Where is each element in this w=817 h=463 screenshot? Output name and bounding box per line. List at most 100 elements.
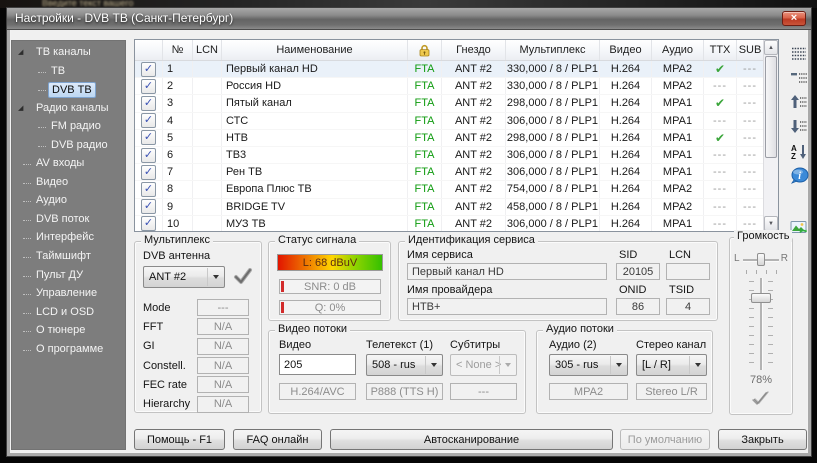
channel-checkbox[interactable]: ✓: [141, 216, 156, 231]
sidebar-item-control[interactable]: ◢ Управление: [11, 285, 126, 304]
faq-button[interactable]: FAQ онлайн: [233, 429, 322, 450]
cell-num: 5: [163, 130, 193, 146]
audio-value: 305 - rus: [555, 359, 598, 371]
sidebar-item-tv-channels[interactable]: ◢ ТВ каналы: [11, 44, 126, 63]
volume-slider-thumb[interactable]: [751, 293, 771, 303]
sort-channels-button[interactable]: A Z: [788, 140, 810, 162]
table-row[interactable]: ✓ 7 Рен ТВ FTA ANT #2 306,000 / 8 / PLP1…: [135, 164, 763, 181]
sidebar-item-dvb-radio[interactable]: ◢ DVB радио: [11, 137, 126, 156]
teletext-info-box: P888 (TTS H): [366, 383, 443, 400]
cell-socket: ANT #2: [442, 130, 506, 146]
balance-right-label: R: [781, 253, 788, 264]
field-label: Mode: [143, 302, 171, 314]
header-video[interactable]: Видео: [600, 40, 652, 60]
antenna-select[interactable]: ANT #2: [143, 266, 225, 288]
scrollbar-thumb[interactable]: [765, 56, 777, 158]
scroll-up-icon[interactable]: ▲: [764, 40, 778, 55]
sidebar-item-radio-channels[interactable]: ◢ Радио каналы: [11, 100, 126, 119]
channel-checkbox[interactable]: ✓: [141, 182, 156, 197]
video-pid-input[interactable]: [279, 354, 356, 375]
volume-apply-check-icon[interactable]: [750, 389, 772, 412]
sidebar-item-lcd-osd[interactable]: ◢ LCD и OSD: [11, 304, 126, 323]
cell-sub: ---: [737, 216, 763, 231]
cell-audio: MPA1: [652, 147, 704, 163]
sidebar-item-video[interactable]: ◢ Видео: [11, 174, 126, 193]
select-channel-list-button[interactable]: [788, 43, 810, 65]
channel-checkbox[interactable]: ✓: [141, 96, 156, 111]
table-row[interactable]: ✓ 6 ТВ3 FTA ANT #2 306,000 / 8 / PLP1 H.…: [135, 147, 763, 164]
table-scrollbar[interactable]: ▲ ▼: [763, 40, 778, 231]
sidebar-item-tv[interactable]: ◢ ТВ: [11, 63, 126, 82]
sidebar-item-about-app[interactable]: ◢ О программе: [11, 341, 126, 360]
audio-select[interactable]: 305 - rus: [549, 354, 628, 376]
table-row[interactable]: ✓ 10 МУЗ ТВ FTA ANT #2 306,000 / 8 / PLP…: [135, 216, 763, 231]
header-socket[interactable]: Гнездо: [442, 40, 506, 60]
header-mux[interactable]: Мультиплекс: [506, 40, 600, 60]
table-row[interactable]: ✓ 8 Европа Плюс ТВ FTA ANT #2 754,000 / …: [135, 181, 763, 198]
stereo-label: Стерео канал: [636, 339, 706, 351]
header-access[interactable]: [408, 40, 442, 60]
sidebar-item-audio[interactable]: ◢ Аудио: [11, 192, 126, 211]
cell-access: FTA: [408, 130, 442, 146]
balance-slider-thumb[interactable]: [757, 253, 765, 266]
header-audio[interactable]: Аудио: [652, 40, 704, 60]
cell-access: FTA: [408, 147, 442, 163]
header-name[interactable]: Наименование: [222, 40, 408, 60]
header-num[interactable]: №: [163, 40, 193, 60]
sidebar-item-about-tuner[interactable]: ◢ О тюнере: [11, 322, 126, 341]
channel-checkbox[interactable]: ✓: [141, 62, 156, 77]
antenna-apply-check-icon[interactable]: [233, 268, 253, 290]
channel-checkbox[interactable]: ✓: [141, 165, 156, 180]
volume-slider[interactable]: [760, 278, 762, 370]
cell-mux: 298,000 / 8 / PLP1: [506, 95, 600, 111]
title-bar[interactable]: Настройки - DVB ТВ (Санкт-Петербург) ×: [7, 8, 811, 30]
stereo-select[interactable]: [L / R]: [636, 354, 707, 376]
table-row[interactable]: ✓ 2 Россия HD FTA ANT #2 330,000 / 8 / P…: [135, 78, 763, 95]
onid-value: 86: [616, 298, 660, 315]
sidebar-item-timeshift[interactable]: ◢ Таймшифт: [11, 248, 126, 267]
table-row[interactable]: ✓ 1 Первый канал HD FTA ANT #2 330,000 /…: [135, 61, 763, 78]
header-sub[interactable]: SUB: [737, 40, 763, 60]
subtitles-info-box: ---: [450, 383, 517, 400]
lock-icon: [418, 44, 431, 57]
volume-title: Громкость: [734, 230, 792, 242]
sidebar-item-av-inputs[interactable]: ◢ AV входы: [11, 155, 126, 174]
scroll-down-icon[interactable]: ▼: [764, 216, 778, 231]
settings-dialog: Настройки - DVB ТВ (Санкт-Петербург) × ◢…: [6, 7, 812, 457]
channel-info-button[interactable]: i: [788, 164, 810, 186]
header-ttx[interactable]: TTX: [704, 40, 737, 60]
sidebar-item-interface[interactable]: ◢ Интерфейс: [11, 229, 126, 248]
help-button[interactable]: Помощь - F1: [134, 429, 225, 450]
move-channel-up-button[interactable]: [788, 91, 810, 113]
channel-checkbox[interactable]: ✓: [141, 148, 156, 163]
subtitles-label: Субтитры: [450, 339, 500, 351]
sidebar-item-fm-radio[interactable]: ◢ FM радио: [11, 118, 126, 137]
cell-mux: 754,000 / 8 / PLP1: [506, 181, 600, 197]
remove-channel-button[interactable]: [788, 67, 810, 89]
teletext-select[interactable]: 508 - rus: [366, 354, 443, 376]
balance-ticks: [746, 270, 779, 274]
close-window-button[interactable]: ×: [782, 11, 806, 26]
tsid-label: TSID: [669, 284, 694, 296]
table-row[interactable]: ✓ 9 BRIDGE TV FTA ANT #2 458,000 / 8 / P…: [135, 199, 763, 216]
header-lcn[interactable]: LCN: [193, 40, 222, 60]
autoscan-button[interactable]: Автосканирование: [330, 429, 613, 450]
table-row[interactable]: ✓ 3 Пятый канал FTA ANT #2 298,000 / 8 /…: [135, 95, 763, 112]
channel-checkbox[interactable]: ✓: [141, 130, 156, 145]
channel-checkbox[interactable]: ✓: [141, 199, 156, 214]
close-button[interactable]: Закрыть: [718, 429, 807, 450]
table-row[interactable]: ✓ 5 НТВ FTA ANT #2 298,000 / 8 / PLP1 H.…: [135, 130, 763, 147]
sidebar-item-remote[interactable]: ◢ Пульт ДУ: [11, 267, 126, 286]
multiplex-fields: Mode --- FFT N/A GI N/A Constell. N/A FE…: [143, 298, 249, 414]
cell-video: H.264: [600, 113, 652, 129]
expander-icon[interactable]: ◢: [18, 105, 23, 113]
move-channel-down-button[interactable]: [788, 115, 810, 137]
sidebar-item-label: ТВ каналы: [33, 45, 94, 60]
channel-checkbox[interactable]: ✓: [141, 113, 156, 128]
expander-icon[interactable]: ◢: [18, 49, 23, 57]
channel-checkbox[interactable]: ✓: [141, 79, 156, 94]
sidebar-item-dvb-stream[interactable]: ◢ DVB поток: [11, 211, 126, 230]
table-row[interactable]: ✓ 4 СТС FTA ANT #2 306,000 / 8 / PLP1 H.…: [135, 113, 763, 130]
sidebar-item-dvb-tv[interactable]: ◢ DVB ТВ: [11, 81, 126, 100]
cell-num: 6: [163, 147, 193, 163]
